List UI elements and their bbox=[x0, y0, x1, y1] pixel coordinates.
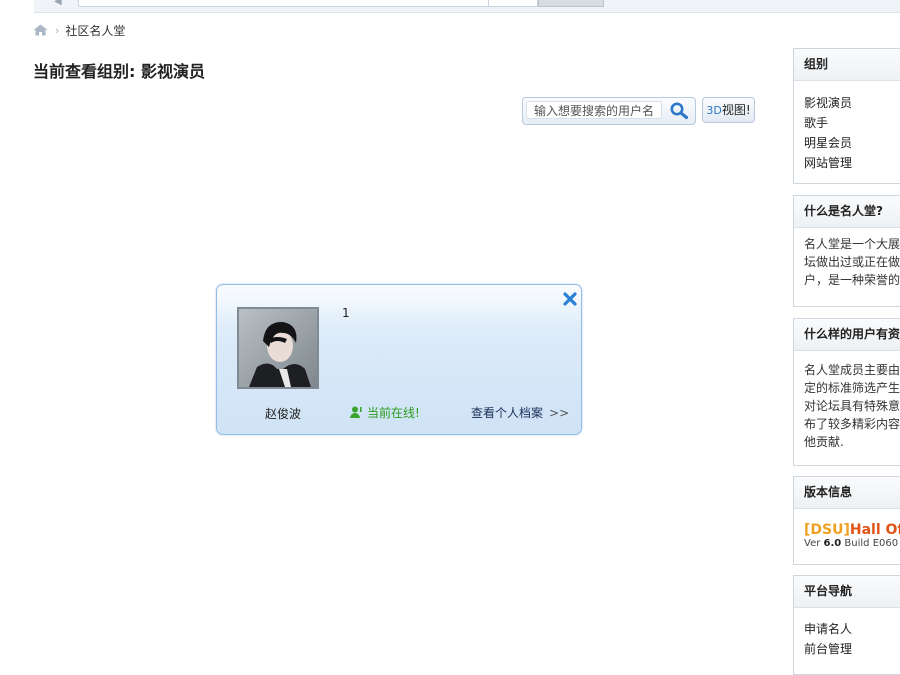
who-line: 定的标准筛选产生 bbox=[804, 381, 900, 395]
global-search-input[interactable] bbox=[78, 0, 490, 7]
who-line: 名人堂成员主要由 bbox=[804, 363, 900, 377]
what-is-line: 户，是一种荣誉的 bbox=[804, 273, 900, 287]
who-line: 他贡献. bbox=[804, 435, 844, 449]
sidebar-what-is-title: 什么是名人堂? bbox=[794, 196, 900, 228]
3d-view-label: 视图! bbox=[721, 103, 751, 117]
user-search-box: 输入想要搜索的用户名 bbox=[522, 97, 696, 125]
who-line: 对论坛具有特殊意 bbox=[804, 399, 900, 413]
sidebar-groups-list: 影视演员 歌手 明星会员 网站管理 bbox=[794, 81, 900, 173]
global-search-scope[interactable] bbox=[488, 0, 538, 7]
sidebar-who-text: 名人堂成员主要由 定的标准筛选产生 对论坛具有特殊意 布了较多精彩内容 他贡献. bbox=[794, 351, 900, 451]
breadcrumb: › 社区名人堂 bbox=[33, 22, 125, 38]
online-status: 当前在线! bbox=[350, 404, 420, 421]
member-username[interactable]: 赵俊波 bbox=[265, 405, 301, 422]
3d-view-prefix: 3D bbox=[706, 104, 722, 117]
breadcrumb-current[interactable]: 社区名人堂 bbox=[65, 22, 125, 39]
version-build: Ver 6.0 Build E060 bbox=[794, 538, 900, 549]
double-chevron-icon: >> bbox=[549, 406, 570, 420]
online-status-text: 当前在线! bbox=[367, 406, 420, 420]
online-user-icon bbox=[350, 406, 362, 419]
sidebar-groups: 组别 影视演员 歌手 明星会员 网站管理 bbox=[793, 48, 900, 184]
sidebar-item-singer[interactable]: 歌手 bbox=[804, 113, 900, 133]
sidebar-version-title: 版本信息 bbox=[794, 477, 900, 509]
version-number: 6.0 bbox=[823, 538, 842, 549]
version-name: Hall Of F bbox=[849, 522, 900, 538]
avatar[interactable] bbox=[237, 307, 319, 389]
sidebar-nav-list: 申请名人 前台管理 bbox=[794, 608, 900, 659]
user-search-input[interactable]: 输入想要搜索的用户名 bbox=[526, 101, 662, 119]
sidebar-item-apply[interactable]: 申请名人 bbox=[804, 619, 900, 639]
magnifier-icon[interactable] bbox=[667, 101, 691, 121]
what-is-line: 坛做出过或正在做 bbox=[804, 255, 900, 269]
global-search-button[interactable] bbox=[538, 0, 604, 7]
member-card: 1 赵俊波 当前在线! 查看个人档案 >> bbox=[216, 284, 582, 435]
sidebar-who: 什么样的用户有资 名人堂成员主要由 定的标准筛选产生 对论坛具有特殊意 布了较多… bbox=[793, 318, 900, 466]
sidebar-what-is-text: 名人堂是一个大展 坛做出过或正在做 户，是一种荣誉的 bbox=[794, 228, 900, 289]
close-icon[interactable] bbox=[562, 291, 578, 307]
breadcrumb-separator-icon: › bbox=[55, 23, 60, 37]
sidebar-item-site-admin[interactable]: 网站管理 bbox=[804, 153, 900, 173]
version-build-text: Build E060 bbox=[841, 538, 899, 549]
what-is-line: 名人堂是一个大展 bbox=[804, 237, 900, 251]
sidebar-item-film-actor[interactable]: 影视演员 bbox=[804, 93, 900, 113]
version-prefix: Ver bbox=[804, 538, 824, 549]
version-bracket: [DSU] bbox=[804, 522, 850, 538]
who-line: 布了较多精彩内容 bbox=[804, 417, 900, 431]
sidebar-version: 版本信息 [DSU]Hall Of F Ver 6.0 Build E060 bbox=[793, 476, 900, 565]
sidebar-what-is: 什么是名人堂? 名人堂是一个大展 坛做出过或正在做 户，是一种荣誉的 bbox=[793, 195, 900, 307]
view-profile-text: 查看个人档案 bbox=[471, 406, 544, 420]
view-profile-link[interactable]: 查看个人档案 >> bbox=[471, 404, 569, 421]
version-product-name: [DSU]Hall Of F bbox=[794, 509, 900, 538]
sidebar-who-title: 什么样的用户有资 bbox=[794, 319, 900, 351]
sidebar-nav-title: 平台导航 bbox=[794, 576, 900, 608]
3d-view-button[interactable]: 3D视图! bbox=[702, 97, 755, 123]
sidebar-item-frontend-admin[interactable]: 前台管理 bbox=[804, 639, 900, 659]
sidebar-groups-title: 组别 bbox=[794, 49, 900, 81]
sidebar-nav: 平台导航 申请名人 前台管理 bbox=[793, 575, 900, 675]
top-strip: ◀ bbox=[34, 0, 900, 13]
member-number: 1 bbox=[342, 306, 350, 320]
home-icon[interactable] bbox=[33, 24, 48, 36]
sidebar-item-star-member[interactable]: 明星会员 bbox=[804, 133, 900, 153]
search-icon: ◀ bbox=[54, 0, 62, 7]
page-title: 当前查看组别: 影视演员 bbox=[33, 62, 205, 81]
